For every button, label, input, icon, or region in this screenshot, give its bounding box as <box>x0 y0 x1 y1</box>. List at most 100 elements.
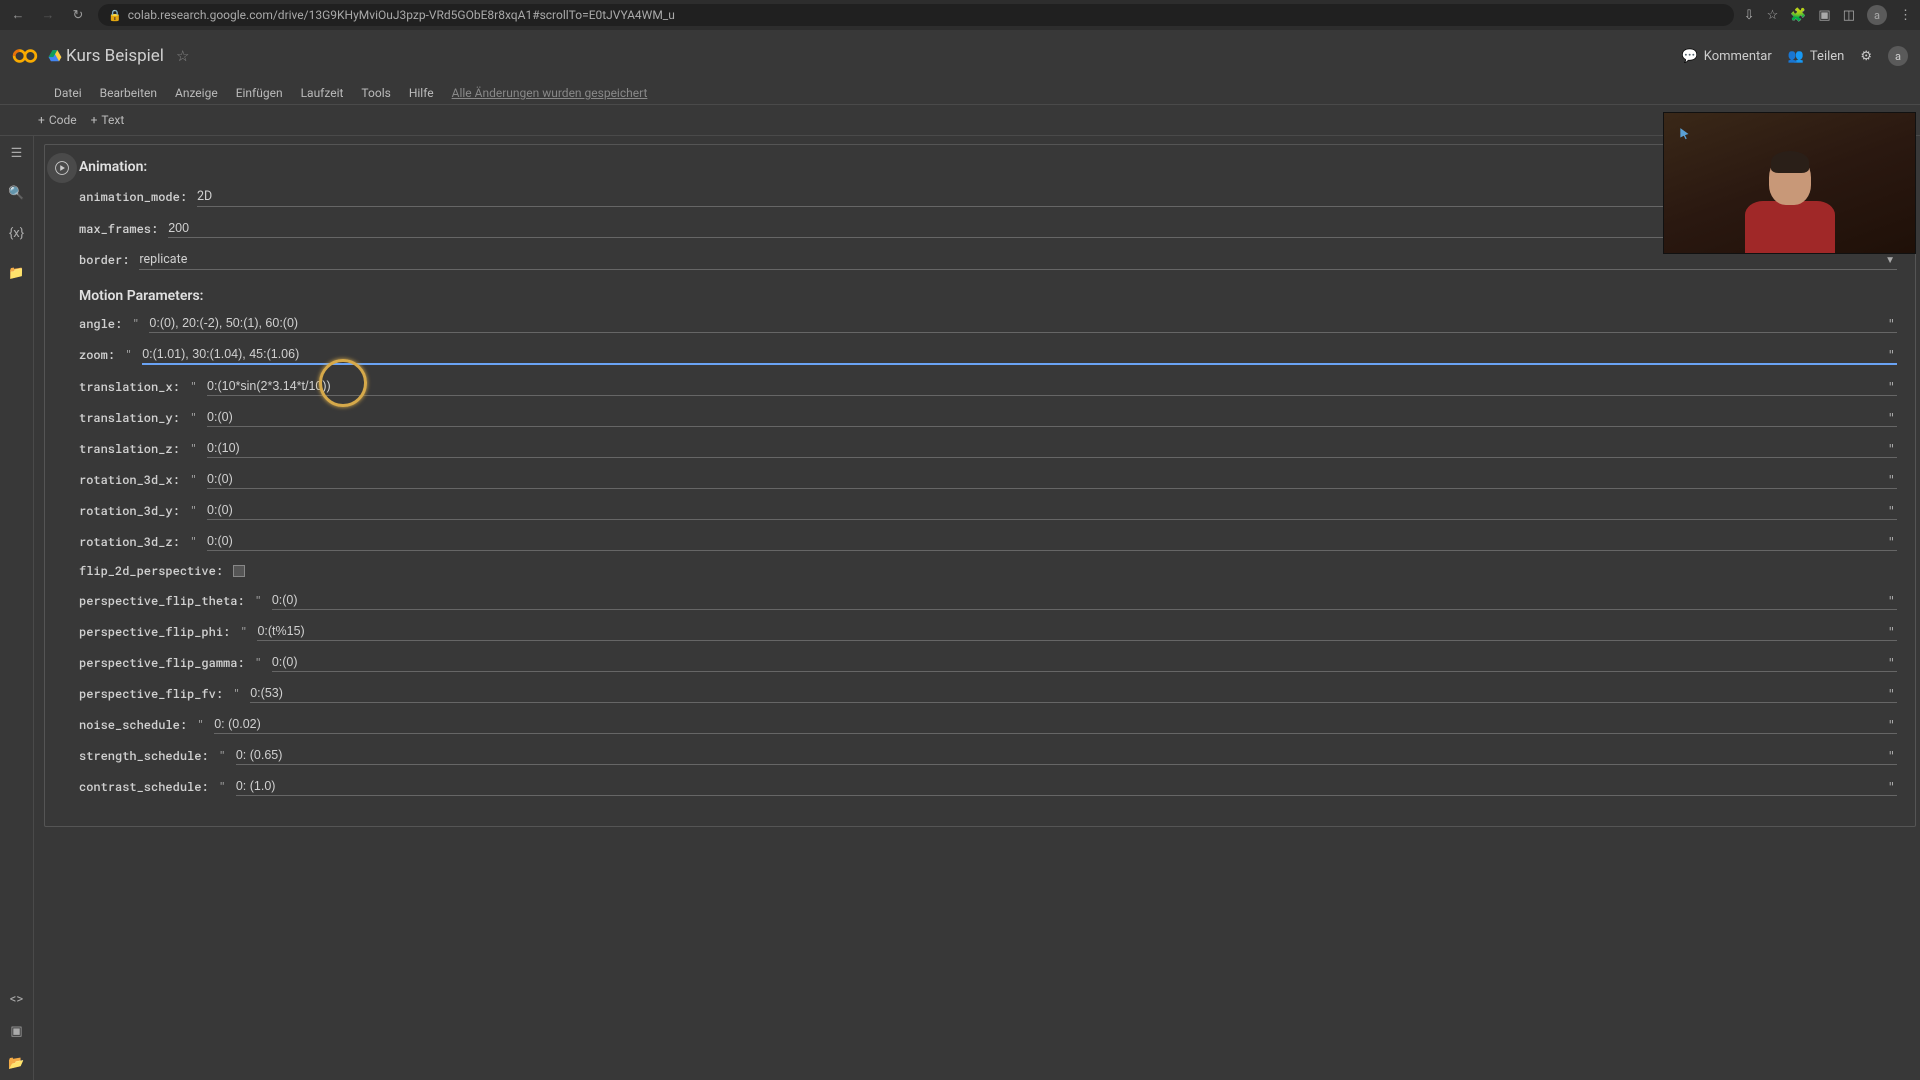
form-cell: ↑ ↓ 🔗 💬 ⚙ ◲ 🗑 ⋮ Animation: animation_mod… <box>44 144 1916 827</box>
label-persp-phi: perspective_flip_phi: <box>79 624 230 640</box>
input-translation-y[interactable] <box>207 408 1897 427</box>
cursor-indicator-icon <box>1678 127 1692 141</box>
sidepanel-icon[interactable]: ◫ <box>1843 8 1855 23</box>
quote-close: " <box>1888 718 1895 732</box>
comment-button[interactable]: 💬Kommentar <box>1682 49 1772 64</box>
quote-close: " <box>1888 348 1895 362</box>
terminal-icon[interactable]: ▣ <box>8 1022 26 1040</box>
notebook-content[interactable]: ↑ ↓ 🔗 💬 ⚙ ◲ 🗑 ⋮ Animation: animation_mod… <box>34 136 1920 1080</box>
run-cell-button[interactable] <box>47 153 77 183</box>
comment-icon: 💬 <box>1682 49 1698 64</box>
add-code-button[interactable]: +Code <box>38 113 77 127</box>
select-border[interactable]: replicate <box>139 250 1897 270</box>
menu-anzeige[interactable]: Anzeige <box>175 86 218 100</box>
webcam-person <box>1745 155 1835 254</box>
code-snippets-icon[interactable]: <> <box>8 990 26 1008</box>
menu-einfugen[interactable]: Einfügen <box>236 86 283 100</box>
settings-icon[interactable]: ⚙ <box>1860 49 1872 64</box>
cell-toolbar: +Code +Text ▼ ˄ <box>0 104 1920 136</box>
people-icon: 👥 <box>1788 49 1804 64</box>
toc-icon[interactable]: ☰ <box>8 144 26 162</box>
input-translation-x[interactable] <box>207 377 1897 396</box>
input-persp-fv[interactable] <box>250 684 1897 703</box>
star-icon[interactable]: ☆ <box>176 47 189 65</box>
dropdown-arrow-icon[interactable]: ▼ <box>1885 255 1895 266</box>
label-strength: strength_schedule: <box>79 748 209 764</box>
menu-hilfe[interactable]: Hilfe <box>409 86 434 100</box>
quote-open: " <box>190 410 197 426</box>
extension-icon[interactable]: ▣ <box>1818 8 1830 23</box>
section-animation: Animation: <box>79 159 1897 175</box>
input-max-frames[interactable] <box>168 219 1897 238</box>
menu-bar: Datei Bearbeiten Anzeige Einfügen Laufze… <box>0 82 1920 104</box>
url-bar[interactable]: 🔒 colab.research.google.com/drive/13G9KH… <box>98 4 1734 26</box>
drive-icon <box>48 49 62 63</box>
forward-button[interactable]: → <box>38 5 58 25</box>
label-persp-gamma: perspective_flip_gamma: <box>79 655 245 671</box>
quote-open: " <box>255 655 262 671</box>
input-rotation-3d-x[interactable] <box>207 470 1897 489</box>
quote-open: " <box>219 779 226 795</box>
extensions-icon[interactable]: 🧩 <box>1790 8 1806 23</box>
label-flip-2d: flip_2d_perspective: <box>79 563 223 579</box>
quote-close: " <box>1888 411 1895 425</box>
quote-close: " <box>1888 380 1895 394</box>
select-animation-mode[interactable]: 2D <box>197 187 1897 207</box>
quote-open: " <box>255 593 262 609</box>
label-persp-fv: perspective_flip_fv: <box>79 686 223 702</box>
back-button[interactable]: ← <box>8 5 28 25</box>
label-rotation-3d-x: rotation_3d_x: <box>79 472 180 488</box>
search-icon[interactable]: 🔍 <box>8 184 26 202</box>
input-persp-gamma[interactable] <box>272 653 1897 672</box>
autosave-status[interactable]: Alle Änderungen wurden gespeichert <box>452 86 648 100</box>
input-persp-phi[interactable] <box>257 622 1897 641</box>
input-strength[interactable] <box>236 746 1897 765</box>
lock-icon: 🔒 <box>108 9 122 22</box>
label-zoom: zoom: <box>79 347 115 363</box>
menu-bearbeiten[interactable]: Bearbeiten <box>100 86 157 100</box>
label-translation-z: translation_z: <box>79 441 180 457</box>
reload-button[interactable]: ↻ <box>68 5 88 25</box>
input-rotation-3d-z[interactable] <box>207 532 1897 551</box>
input-contrast[interactable] <box>236 777 1897 796</box>
menu-datei[interactable]: Datei <box>54 86 82 100</box>
quote-open: " <box>190 534 197 550</box>
input-translation-z[interactable] <box>207 439 1897 458</box>
folder-icon[interactable]: 📂 <box>8 1054 26 1072</box>
label-persp-theta: perspective_flip_theta: <box>79 593 245 609</box>
quote-close: " <box>1888 780 1895 794</box>
document-title[interactable]: Kurs Beispiel <box>66 46 164 66</box>
quote-close: " <box>1888 625 1895 639</box>
label-translation-x: translation_x: <box>79 379 180 395</box>
input-angle[interactable] <box>149 314 1897 333</box>
bookmark-icon[interactable]: ☆ <box>1767 8 1779 23</box>
chrome-profile-avatar[interactable]: a <box>1867 5 1887 25</box>
menu-laufzeit[interactable]: Laufzeit <box>301 86 344 100</box>
quote-close: " <box>1888 473 1895 487</box>
label-noise: noise_schedule: <box>79 717 187 733</box>
quote-close: " <box>1888 749 1895 763</box>
input-rotation-3d-y[interactable] <box>207 501 1897 520</box>
input-persp-theta[interactable] <box>272 591 1897 610</box>
input-zoom[interactable] <box>142 345 1897 365</box>
label-contrast: contrast_schedule: <box>79 779 209 795</box>
plus-icon: + <box>91 113 98 127</box>
quote-close: " <box>1888 535 1895 549</box>
quote-open: " <box>132 316 139 332</box>
user-avatar[interactable]: a <box>1888 46 1908 66</box>
add-text-button[interactable]: +Text <box>91 113 125 127</box>
quote-close: " <box>1888 504 1895 518</box>
menu-tools[interactable]: Tools <box>361 86 390 100</box>
input-noise[interactable] <box>214 715 1897 734</box>
quote-close: " <box>1888 442 1895 456</box>
share-button[interactable]: 👥Teilen <box>1788 49 1845 64</box>
colab-logo-icon[interactable] <box>12 43 38 69</box>
plus-icon: + <box>38 113 45 127</box>
files-icon[interactable]: 📁 <box>8 264 26 282</box>
quote-open: " <box>240 624 247 640</box>
install-icon[interactable]: ⇩ <box>1744 8 1755 23</box>
chrome-menu-icon[interactable]: ⋮ <box>1899 8 1912 23</box>
variables-icon[interactable]: {x} <box>8 224 26 242</box>
checkbox-flip-2d[interactable] <box>233 565 245 577</box>
quote-open: " <box>125 347 132 363</box>
